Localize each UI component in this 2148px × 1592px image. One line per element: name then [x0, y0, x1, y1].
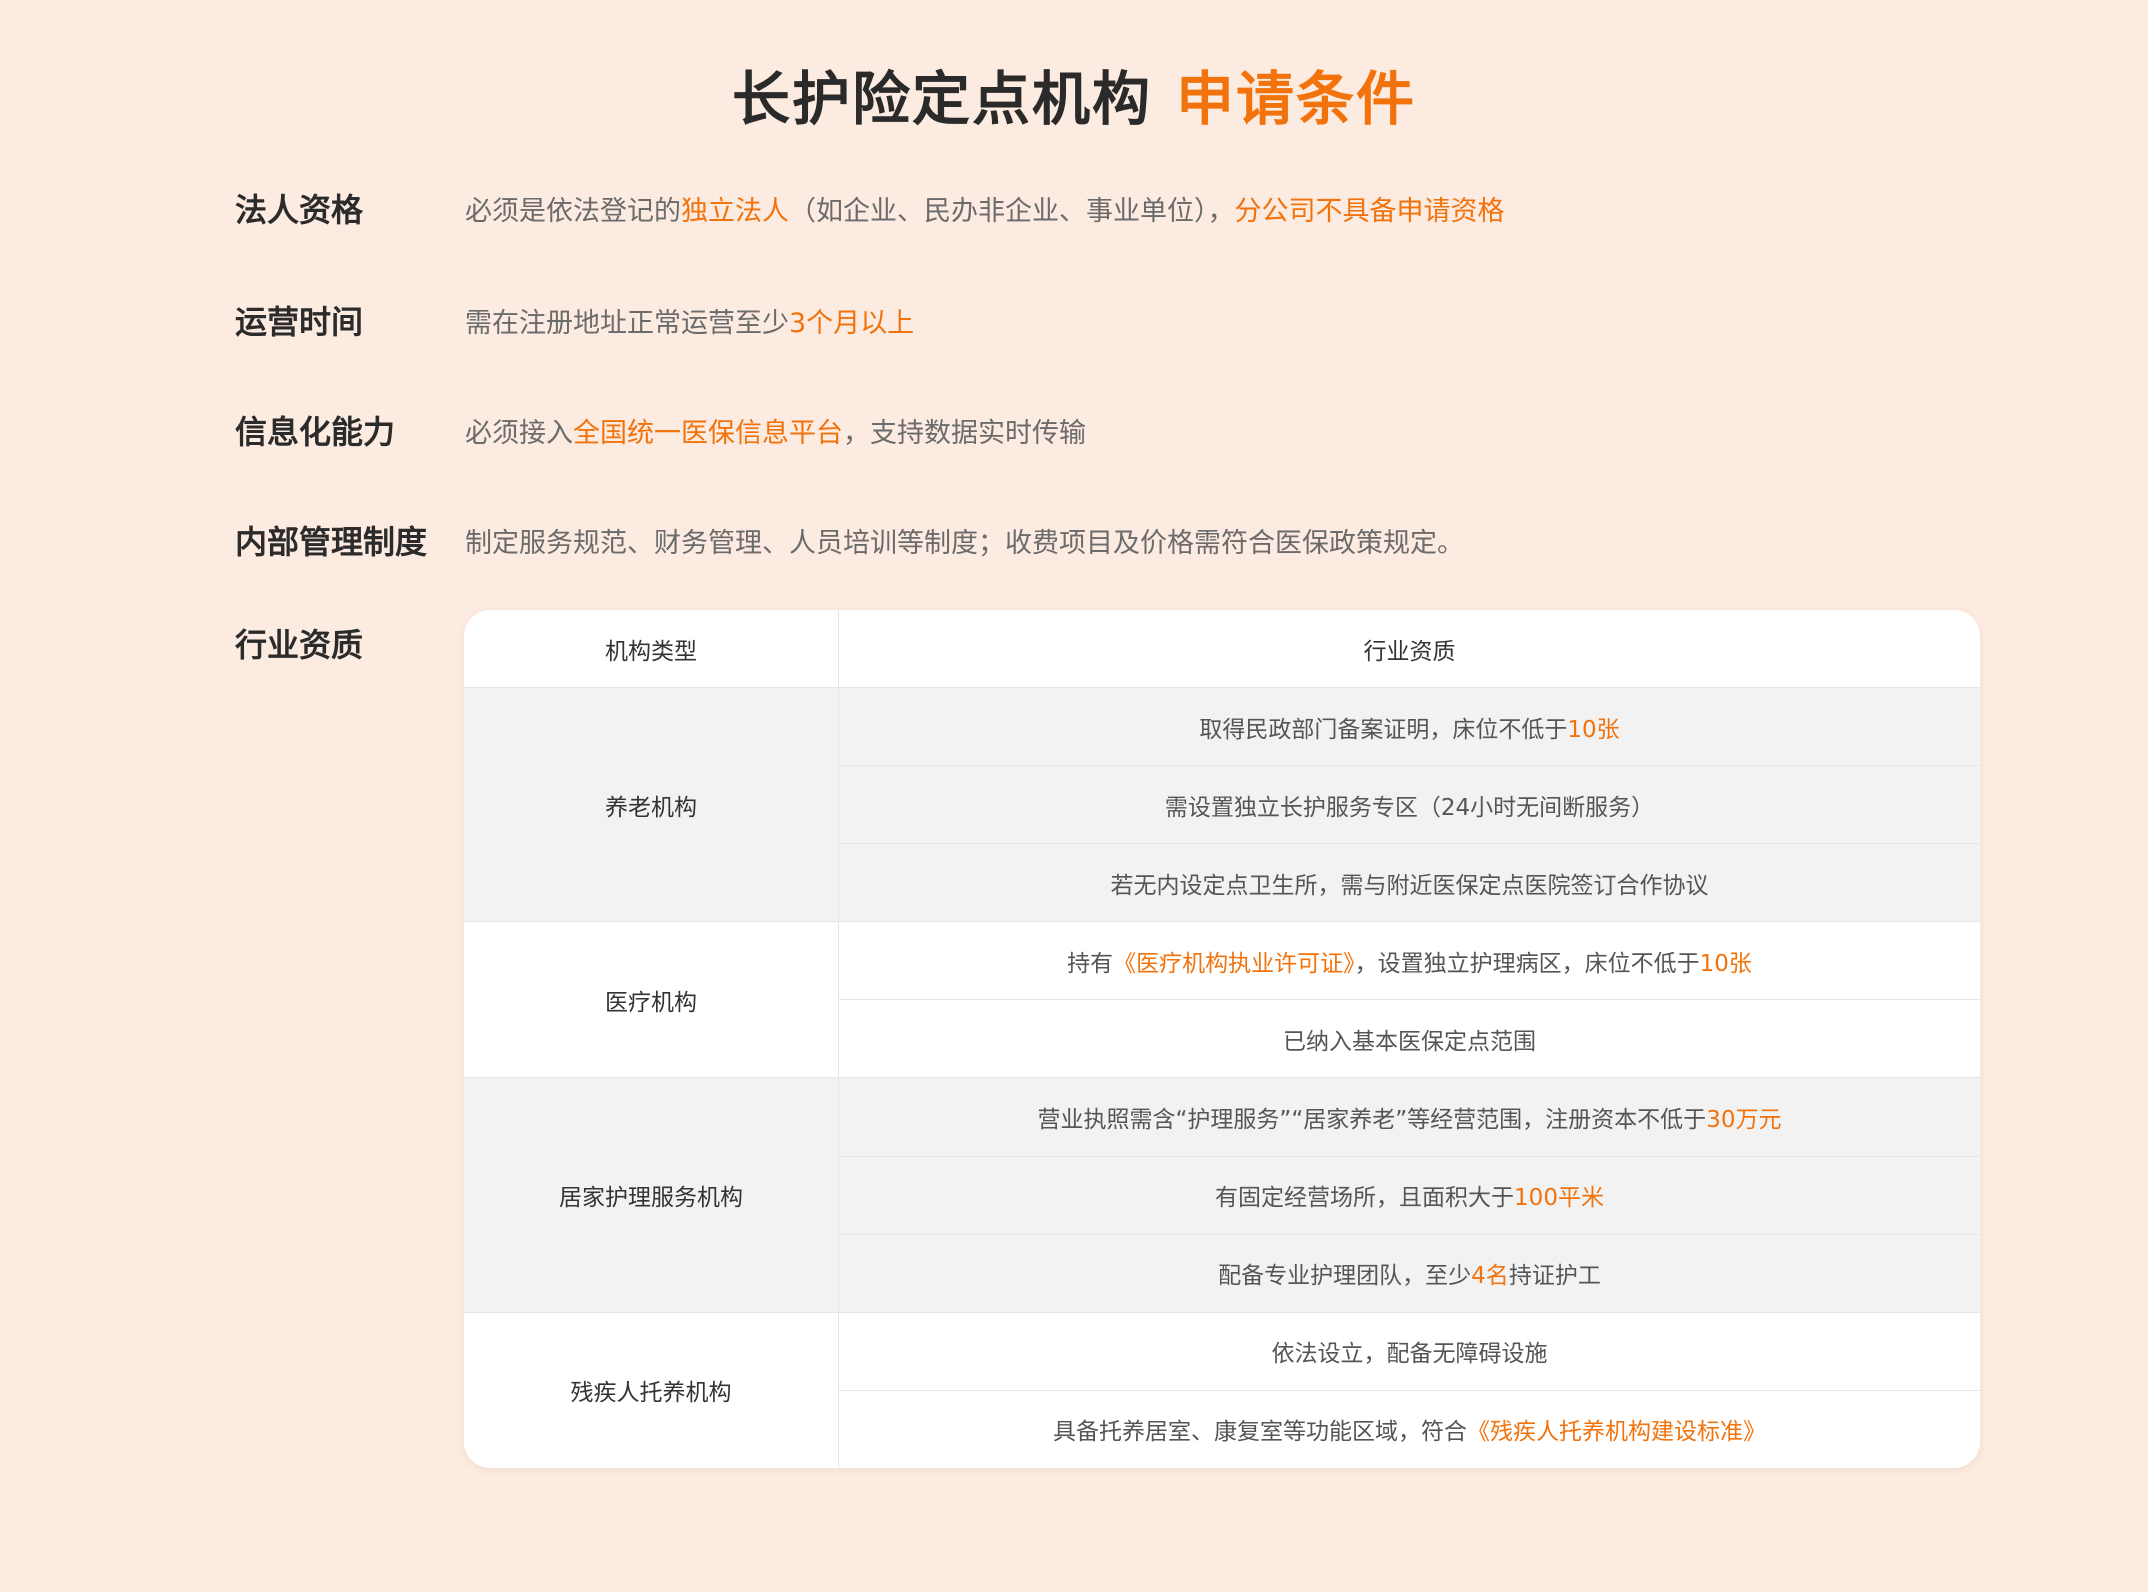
- plain-text: 已纳入基本医保定点范围: [1283, 1028, 1536, 1055]
- qualification-table: 机构类型 行业资质 养老机构 取得民政部门备案证明，床位不低于10张 需设置独立长护…: [464, 610, 1980, 1468]
- qualification-cell: 若无内设定点卫生所，需与附近医保定点医院签订合作协议: [838, 843, 1980, 923]
- highlight-text: 30万元: [1706, 1107, 1782, 1134]
- qualification-cell: 配备专业护理团队，至少4名持证护工: [838, 1234, 1980, 1313]
- plain-text: 若无内设定点卫生所，需与附近医保定点医院签订合作协议: [1110, 872, 1709, 899]
- requirement-desc: 必须接入全国统一医保信息平台，支持数据实时传输: [465, 411, 1086, 450]
- requirement-desc: 需在注册地址正常运营至少3个月以上: [465, 301, 914, 340]
- highlight-text: 全国统一医保信息平台: [573, 417, 843, 449]
- requirement-row-management: 内部管理制度 制定服务规范、财务管理、人员培训等制度；收费项目及价格需符合医保政…: [235, 510, 1978, 570]
- plain-text: 具备托养居室、康复室等功能区域，符合: [1053, 1419, 1467, 1446]
- plain-text: 制定服务规范、财务管理、人员培训等制度；收费项目及价格需符合医保政策规定。: [465, 527, 1464, 559]
- highlight-text: 分公司不具备申请资格: [1234, 195, 1505, 227]
- title-main: 长护险定点机构: [731, 65, 1152, 133]
- qualification-cell: 依法设立，配备无障碍设施: [838, 1312, 1980, 1391]
- requirement-desc: 必须是依法登记的独立法人（如企业、民办非企业、事业单位），分公司不具备申请资格: [465, 189, 1505, 228]
- plain-text: 必须是依法登记的: [465, 195, 681, 227]
- requirement-label: 内部管理制度: [235, 523, 428, 561]
- qualification-cell: 持有《医疗机构执业许可证》，设置独立护理病区，床位不低于10张: [838, 921, 1980, 1001]
- plain-text: 必须接入: [465, 417, 573, 449]
- qualification-cell: 有固定经营场所，且面积大于100平米: [838, 1156, 1980, 1235]
- requirement-desc: 制定服务规范、财务管理、人员培训等制度；收费项目及价格需符合医保政策规定。: [465, 521, 1464, 560]
- requirement-row-legal: 法人资格 必须是依法登记的独立法人（如企业、民办非企业、事业单位），分公司不具备…: [235, 178, 1978, 238]
- institution-type-cell: 残疾人托养机构: [464, 1312, 839, 1468]
- highlight-text: 4名: [1471, 1263, 1509, 1290]
- highlight-text: 3个月以上: [789, 307, 915, 339]
- plain-text: 需在注册地址正常运营至少: [465, 307, 789, 339]
- plain-text: （如企业、民办非企业、事业单位），: [789, 195, 1235, 227]
- table-row: 养老机构 取得民政部门备案证明，床位不低于10张: [464, 687, 1980, 923]
- qualification-table-card: 机构类型 行业资质 养老机构 取得民政部门备案证明，床位不低于10张 需设置独立长护…: [464, 610, 1980, 1468]
- qualification-label: 行业资质: [235, 626, 364, 664]
- header-qualification: 行业资质: [838, 610, 1980, 688]
- qualification-cell: 具备托养居室、康复室等功能区域，符合《残疾人托养机构建设标准》: [839, 1390, 1981, 1468]
- qualification-cell: 已纳入基本医保定点范围: [838, 999, 1980, 1079]
- highlight-text: 独立法人: [681, 195, 789, 227]
- plain-text: 有固定经营场所，且面积大于: [1215, 1185, 1515, 1212]
- header-type: 机构类型: [464, 610, 839, 688]
- plain-text: 依法设立，配备无障碍设施: [1271, 1341, 1548, 1368]
- requirement-row-it: 信息化能力 必须接入全国统一医保信息平台，支持数据实时传输: [235, 400, 1978, 460]
- plain-text: 持有: [1067, 950, 1114, 977]
- plain-text: 持证护工: [1508, 1263, 1601, 1290]
- page-title: 长护险定点机构 申请条件: [0, 52, 2148, 136]
- title-highlight: 申请条件: [1176, 65, 1417, 133]
- highlight-text: 10张: [1699, 950, 1752, 977]
- plain-text: 配备专业护理团队，至少: [1218, 1263, 1472, 1290]
- plain-text: ，支持数据实时传输: [843, 417, 1086, 449]
- plain-text: 需设置独立长护服务专区（24小时无间断服务）: [1164, 794, 1655, 821]
- requirement-label: 信息化能力: [235, 413, 396, 451]
- qualification-table-body: 养老机构 取得民政部门备案证明，床位不低于10张 需设置独立长护服务专区（24小时无…: [464, 687, 1981, 1468]
- table-row: 残疾人托养机构 依法设立，配备无障碍设施: [464, 1312, 1980, 1468]
- table-row: 居家护理服务机构 营业执照需含“护理服务”“居家养老”等经营范围，注册资本不低于3…: [464, 1077, 1980, 1313]
- requirement-row-operation: 运营时间 需在注册地址正常运营至少3个月以上: [235, 290, 1978, 350]
- highlight-text: 《医疗机构执业许可证》: [1113, 950, 1355, 977]
- qualification-cell: 需设置独立长护服务专区（24小时无间断服务）: [838, 765, 1980, 845]
- highlight-text: 100平米: [1514, 1185, 1604, 1212]
- plain-text: 取得民政部门备案证明，床位不低于: [1199, 716, 1568, 743]
- requirement-label: 运营时间: [235, 303, 364, 341]
- highlight-text: 《残疾人托养机构建设标准》: [1467, 1419, 1766, 1446]
- highlight-text: 10张: [1567, 716, 1620, 743]
- table-row: 医疗机构 持有《医疗机构执业许可证》，设置独立护理病区，床位不低于10张: [464, 921, 1980, 1079]
- institution-type-cell: 养老机构: [464, 687, 839, 923]
- institution-type-cell: 医疗机构: [464, 921, 839, 1079]
- qualification-cell: 取得民政部门备案证明，床位不低于10张: [838, 687, 1980, 767]
- plain-text: 营业执照需含“护理服务”“居家养老”等经营范围，注册资本不低于: [1037, 1107, 1707, 1134]
- institution-type-cell: 居家护理服务机构: [464, 1077, 839, 1313]
- requirement-label: 法人资格: [235, 191, 364, 229]
- plain-text: ，设置独立护理病区，床位不低于: [1354, 950, 1700, 977]
- table-header-row: 机构类型 行业资质: [464, 610, 1980, 688]
- qualification-cell: 营业执照需含“护理服务”“居家养老”等经营范围，注册资本不低于30万元: [838, 1077, 1980, 1157]
